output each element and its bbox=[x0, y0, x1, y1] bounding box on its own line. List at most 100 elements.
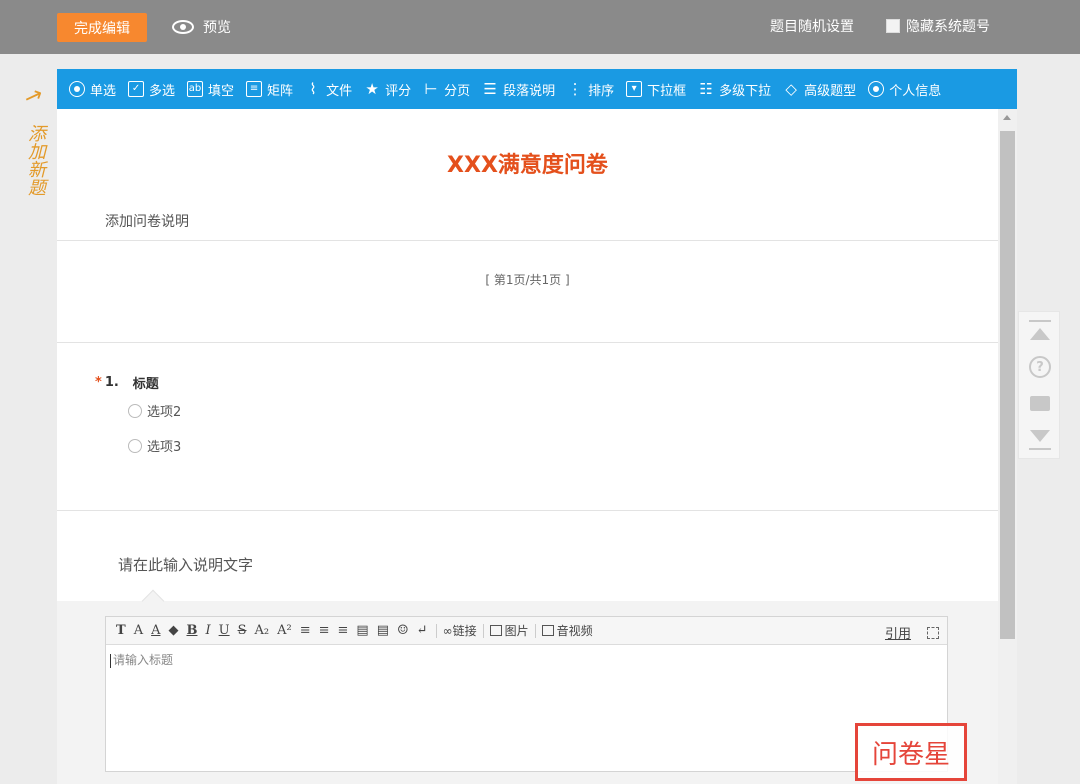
underline-button[interactable]: U bbox=[219, 623, 230, 638]
align-right-icon[interactable]: ≡ bbox=[338, 623, 349, 638]
question-1[interactable]: * 1. 标题 选项2 选项3 bbox=[95, 373, 181, 455]
qtype-fill-blank[interactable]: ab 填空 bbox=[181, 69, 240, 109]
option-label: 选项3 bbox=[147, 440, 182, 455]
font-family-button[interactable]: T bbox=[116, 623, 126, 638]
highlight-icon[interactable]: ◆ bbox=[168, 623, 178, 638]
indent-icon[interactable]: ▤ bbox=[356, 623, 368, 638]
qtype-multi-dropdown[interactable]: ☷ 多级下拉 bbox=[692, 69, 777, 109]
fill-blank-icon: ab bbox=[187, 81, 204, 97]
vertical-scrollbar[interactable] bbox=[998, 109, 1017, 784]
superscript-button[interactable]: A² bbox=[277, 623, 292, 638]
qtype-matrix[interactable]: ≡ 矩阵 bbox=[240, 69, 299, 109]
editor-placeholder: 请输入标题 bbox=[113, 653, 174, 667]
hide-system-number-toggle[interactable]: 隐藏系统题号 bbox=[886, 16, 990, 36]
strikethrough-button[interactable]: S bbox=[238, 623, 247, 638]
help-icon[interactable]: ? bbox=[1029, 356, 1051, 378]
editor-body[interactable]: 请输入标题 bbox=[106, 645, 947, 674]
radio-icon bbox=[69, 81, 85, 97]
survey-page: XXX满意度问卷 添加问卷说明 [ 第1页/共1页 ] * 1. 标题 选项2 … bbox=[57, 109, 998, 784]
scroll-to-top-icon[interactable] bbox=[1029, 320, 1051, 342]
scroll-to-bottom-icon[interactable] bbox=[1029, 428, 1051, 450]
align-center-icon[interactable]: ≡ bbox=[319, 623, 330, 638]
question-number: 1. bbox=[104, 375, 119, 390]
add-question-annotation: ↗ 添加新题 bbox=[12, 81, 52, 234]
separator bbox=[482, 623, 484, 638]
preview-label: 预览 bbox=[203, 20, 231, 36]
add-description-link[interactable]: 添加问卷说明 bbox=[105, 211, 189, 231]
video-icon bbox=[541, 625, 554, 636]
dropdown-icon: ▾ bbox=[626, 81, 643, 97]
checkbox-icon[interactable] bbox=[886, 19, 900, 33]
stars-icon: ★ bbox=[365, 79, 379, 98]
font-color-button[interactable]: A bbox=[151, 623, 160, 638]
font-size-button[interactable]: A bbox=[134, 623, 143, 638]
emoji-icon[interactable]: ☺ bbox=[397, 623, 409, 638]
required-mark: * bbox=[95, 375, 102, 390]
editor-right-tools: 引用 bbox=[885, 623, 939, 642]
hide-system-number-label: 隐藏系统题号 bbox=[906, 19, 990, 35]
question-title: 标题 bbox=[132, 377, 159, 392]
page-indicator: [ 第1页/共1页 ] bbox=[485, 273, 570, 287]
align-left-icon[interactable]: ≡ bbox=[300, 623, 311, 638]
arrow-icon: ↗ bbox=[20, 81, 47, 112]
divider bbox=[57, 342, 998, 343]
option-item[interactable]: 选项3 bbox=[128, 436, 181, 455]
rich-text-editor: T A A ◆ B I U S A₂ A² ≡ ≡ ≡ ▤ ▤ ☺ ↵ ∞ 链接 … bbox=[105, 616, 948, 772]
question-type-toolbar: 单选 ✓ 多选 ab 填空 ≡ 矩阵 ⌇ 文件 ★ 评分 ⊢ 分页 ☰ 段落说明 ⋮ 排序 ▾ 下… bbox=[57, 69, 1017, 109]
qtype-personal-info[interactable]: 个人信息 bbox=[862, 69, 947, 109]
qtype-rating[interactable]: ★ 评分 bbox=[358, 69, 417, 109]
eye-icon bbox=[172, 20, 194, 34]
paperclip-icon: ⌇ bbox=[309, 79, 317, 98]
option-item[interactable]: 选项2 bbox=[128, 401, 181, 420]
floating-tools: ? bbox=[1018, 311, 1060, 459]
annotation-text: 添加新题 bbox=[25, 124, 46, 196]
scroll-up-icon[interactable] bbox=[1003, 115, 1011, 120]
top-bar: 完成编辑 预览 题目随机设置 隐藏系统题号 bbox=[0, 0, 1080, 54]
text-caret bbox=[110, 653, 111, 668]
divider bbox=[57, 510, 998, 511]
matrix-icon: ≡ bbox=[246, 81, 263, 97]
user-icon bbox=[868, 81, 885, 97]
separator bbox=[435, 623, 437, 638]
multi-dropdown-icon: ☷ bbox=[699, 79, 713, 98]
preview-button[interactable]: 预览 bbox=[172, 14, 231, 40]
scroll-thumb[interactable] bbox=[1000, 131, 1015, 639]
qtype-sort[interactable]: ⋮ 排序 bbox=[561, 69, 620, 109]
subscript-button[interactable]: A₂ bbox=[254, 623, 269, 638]
link-button[interactable]: ∞ 链接 bbox=[443, 622, 477, 639]
line-break-icon[interactable]: ↵ bbox=[417, 623, 428, 638]
image-icon bbox=[489, 625, 502, 636]
sort-icon: ⋮ bbox=[567, 79, 583, 98]
radio-icon[interactable] bbox=[128, 438, 142, 453]
question-header: * 1. 标题 bbox=[95, 373, 181, 392]
random-settings-link[interactable]: 题目随机设置 bbox=[770, 16, 854, 36]
bold-button[interactable]: B bbox=[186, 623, 197, 638]
qtype-paragraph[interactable]: ☰ 段落说明 bbox=[476, 69, 561, 109]
description-text[interactable]: 请在此输入说明文字 bbox=[118, 554, 253, 575]
divider bbox=[57, 240, 998, 241]
qtype-file[interactable]: ⌇ 文件 bbox=[299, 69, 358, 109]
option-label: 选项2 bbox=[147, 405, 182, 420]
checkbox-icon: ✓ bbox=[128, 81, 145, 97]
image-button[interactable]: 图片 bbox=[489, 622, 529, 639]
qtype-dropdown[interactable]: ▾ 下拉框 bbox=[620, 69, 692, 109]
media-button[interactable]: 音视频 bbox=[541, 622, 593, 639]
outdent-icon[interactable]: ▤ bbox=[377, 623, 389, 638]
link-icon: ∞ bbox=[442, 623, 453, 638]
finish-editing-button[interactable]: 完成编辑 bbox=[57, 13, 147, 42]
feedback-icon[interactable] bbox=[1029, 392, 1051, 414]
separator bbox=[534, 623, 536, 638]
qtype-multi-choice[interactable]: ✓ 多选 bbox=[122, 69, 181, 109]
editor-toolbar: T A A ◆ B I U S A₂ A² ≡ ≡ ≡ ▤ ▤ ☺ ↵ ∞ 链接 … bbox=[106, 617, 947, 645]
italic-button[interactable]: I bbox=[205, 623, 210, 638]
radio-icon[interactable] bbox=[128, 403, 142, 418]
fullscreen-icon[interactable] bbox=[927, 626, 939, 639]
survey-title[interactable]: XXX满意度问卷 bbox=[57, 147, 998, 179]
quote-button[interactable]: 引用 bbox=[885, 623, 911, 642]
page-break-icon: ⊢ bbox=[424, 79, 438, 98]
paragraph-icon: ☰ bbox=[483, 79, 497, 98]
diamond-icon: ◇ bbox=[785, 79, 797, 98]
qtype-page-break[interactable]: ⊢ 分页 bbox=[417, 69, 476, 109]
qtype-single-choice[interactable]: 单选 bbox=[63, 69, 122, 109]
qtype-advanced[interactable]: ◇ 高级题型 bbox=[777, 69, 862, 109]
